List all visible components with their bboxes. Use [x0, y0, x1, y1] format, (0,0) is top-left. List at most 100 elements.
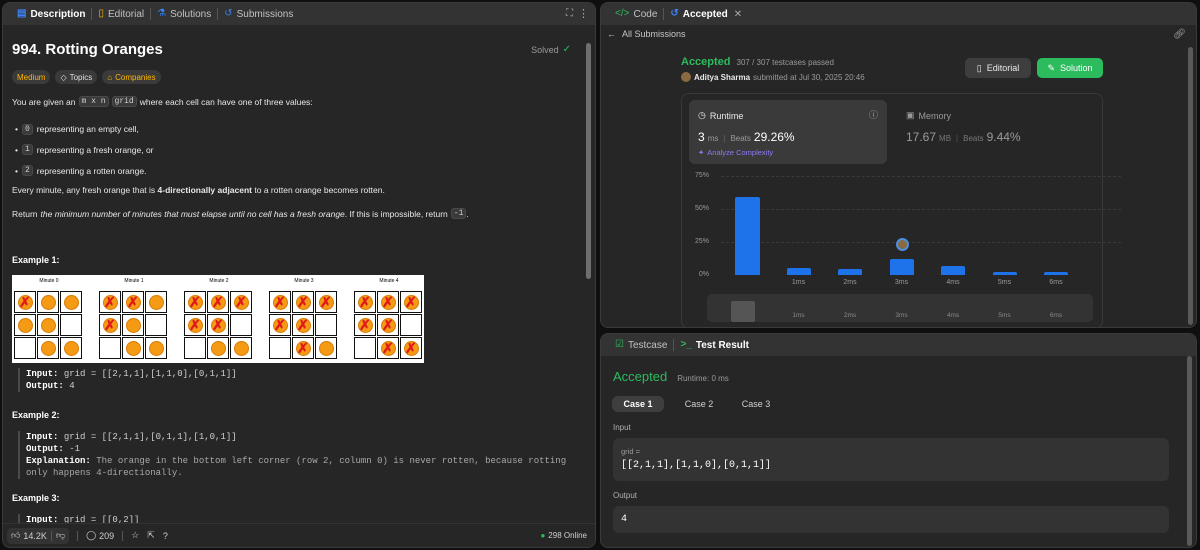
grid-cell: ✗	[354, 291, 376, 313]
grid-cell: ✗	[292, 314, 314, 336]
tab-accepted[interactable]: ↺ Accepted ✕	[664, 3, 748, 25]
ex2-expl-label: Explanation:	[26, 456, 91, 466]
grid-cell: ✗	[292, 291, 314, 313]
grid-cell: ✗	[184, 291, 206, 313]
bottom-tab-bar: ☑ Testcase >_ Test Result	[601, 334, 1196, 356]
topics-label: Topics	[69, 72, 93, 82]
result-runtime: Runtime: 0 ms	[677, 374, 729, 383]
list-item: • 0 representing an empty cell,	[15, 119, 154, 139]
tab-submissions-label: Submissions	[236, 8, 294, 20]
topics-tag[interactable]: ◇ Topics	[55, 70, 98, 84]
fresh-orange-icon	[211, 341, 226, 356]
thumbs-up-icon: 👍︎	[11, 530, 21, 540]
solved-status: Solved ✓	[531, 44, 571, 55]
fresh-orange-icon	[149, 341, 164, 356]
comments-button[interactable]: ◯ 209	[86, 530, 114, 541]
example-2-block: Input: grid = [[2,1,1],[0,1,1],[1,0,1]] …	[18, 431, 566, 479]
runtime-bar[interactable]	[941, 266, 965, 275]
runtime-bar[interactable]	[992, 271, 1017, 275]
grid-cell: ✗	[354, 314, 376, 336]
comment-count: 209	[99, 530, 115, 541]
your-submission-avatar[interactable]	[895, 238, 909, 252]
fresh-orange-icon	[64, 341, 79, 356]
case-1-tab[interactable]: Case 1	[612, 396, 664, 412]
dislike-button[interactable]: 👎︎	[52, 530, 69, 541]
star-icon[interactable]: ☆	[131, 530, 139, 541]
ex2-input: grid = [[2,1,1],[0,1,1],[1,0,1]]	[63, 432, 237, 442]
grid-cell	[99, 337, 121, 359]
x-mark-icon: ✗	[235, 294, 247, 310]
grid-cell	[230, 337, 252, 359]
more-icon[interactable]: ⋮	[578, 7, 589, 20]
submission-content: ← All Submissions 🔗︎ Accepted 307 / 307 …	[601, 25, 1196, 327]
runtime-bar[interactable]	[734, 197, 760, 275]
thumbs-down-icon: 👎︎	[55, 530, 66, 540]
x-mark-icon: ✗	[382, 294, 394, 310]
bullet-code: 1	[21, 144, 33, 155]
x-tick-label: 3ms	[894, 279, 909, 286]
tag-icon: ◇	[60, 72, 67, 82]
p3-end: .	[466, 208, 469, 219]
runtime-bar[interactable]	[786, 267, 811, 275]
grid-cell	[37, 337, 59, 359]
slider-handle[interactable]	[731, 301, 755, 322]
help-icon[interactable]: ?	[163, 531, 168, 541]
x-mark-icon: ✗	[382, 340, 394, 356]
p3-code: -1	[450, 208, 467, 219]
x-mark-icon: ✗	[127, 294, 139, 310]
tab-description[interactable]: ▤ Description	[11, 3, 91, 25]
grid-cell	[122, 337, 144, 359]
grid-cell: ✗	[377, 314, 399, 336]
x-mark-icon: ✗	[297, 317, 309, 333]
tab-code[interactable]: </> Code	[609, 3, 663, 25]
tab-testcase[interactable]: ☑ Testcase	[609, 334, 673, 356]
share-icon[interactable]: ⇱	[147, 530, 155, 541]
bullet-text: representing a rotten orange.	[36, 165, 147, 176]
submission-panel: </> Code ↺ Accepted ✕ ← All Submissions …	[600, 2, 1197, 328]
close-icon[interactable]: ✕	[734, 9, 742, 20]
companies-tag[interactable]: ⌂ Companies	[102, 70, 161, 84]
result-status: Accepted Runtime: 0 ms	[613, 369, 729, 384]
online-dot: ●	[540, 531, 546, 540]
tab-solutions[interactable]: ⚗ Solutions	[151, 3, 217, 25]
x-mark-icon: ✗	[320, 294, 332, 310]
p3-italic: the minimum number of minutes that must …	[40, 208, 345, 219]
tab-code-label: Code	[633, 8, 658, 20]
code-icon: </>	[615, 8, 630, 19]
x-mark-icon: ✗	[189, 317, 201, 333]
left-tab-bar: ▤ Description ▯ Editorial ⚗ Solutions ↺ …	[3, 3, 595, 25]
minute-label: Minute 2	[209, 278, 229, 284]
test-result-scrollbar[interactable]	[1187, 356, 1192, 546]
like-button[interactable]: 👍︎ 14.2K	[7, 530, 51, 541]
grid-cell	[122, 314, 144, 336]
ex2-input-label: Input:	[26, 432, 59, 442]
runtime-bar[interactable]	[838, 269, 862, 275]
runtime-bar[interactable]	[1044, 271, 1068, 275]
grid-cell	[315, 314, 337, 336]
description-scrollbar[interactable]	[586, 43, 591, 279]
grid-cell: ✗	[207, 291, 229, 313]
flask-icon: ⚗	[157, 8, 167, 19]
input-box: grid = [[2,1,1],[1,1,0],[0,1,1]]	[613, 438, 1169, 481]
case-2-tab[interactable]: Case 2	[674, 396, 724, 412]
tab-test-result[interactable]: >_ Test Result	[674, 334, 755, 356]
y-tick-label: 25%	[694, 238, 709, 245]
ex1-output-label: Output:	[26, 381, 64, 391]
submission-scrollbar[interactable]	[1188, 47, 1193, 325]
slider-tick-label: 5ms	[998, 312, 1011, 319]
fullscreen-icon[interactable]: ⛶	[566, 8, 573, 19]
tab-submissions[interactable]: ↺ Submissions	[218, 3, 299, 25]
example-2-title: Example 2:	[12, 410, 60, 420]
history-icon: ↺	[670, 8, 679, 19]
problem-title[interactable]: 994. Rotting Oranges	[12, 41, 163, 58]
case-3-tab[interactable]: Case 3	[731, 396, 781, 412]
tab-editorial[interactable]: ▯ Editorial	[92, 3, 150, 25]
grid-cell	[37, 314, 59, 336]
runtime-bar[interactable]	[889, 259, 914, 275]
tab-testcase-label: Testcase	[627, 339, 668, 351]
grid-cell: ✗	[122, 291, 144, 313]
case-3-label: Case 3	[741, 399, 771, 409]
description-panel: ▤ Description ▯ Editorial ⚗ Solutions ↺ …	[2, 2, 596, 548]
chart-gridline	[721, 176, 1121, 177]
intro-paragraph: You are given an m x n grid where each c…	[12, 96, 313, 107]
